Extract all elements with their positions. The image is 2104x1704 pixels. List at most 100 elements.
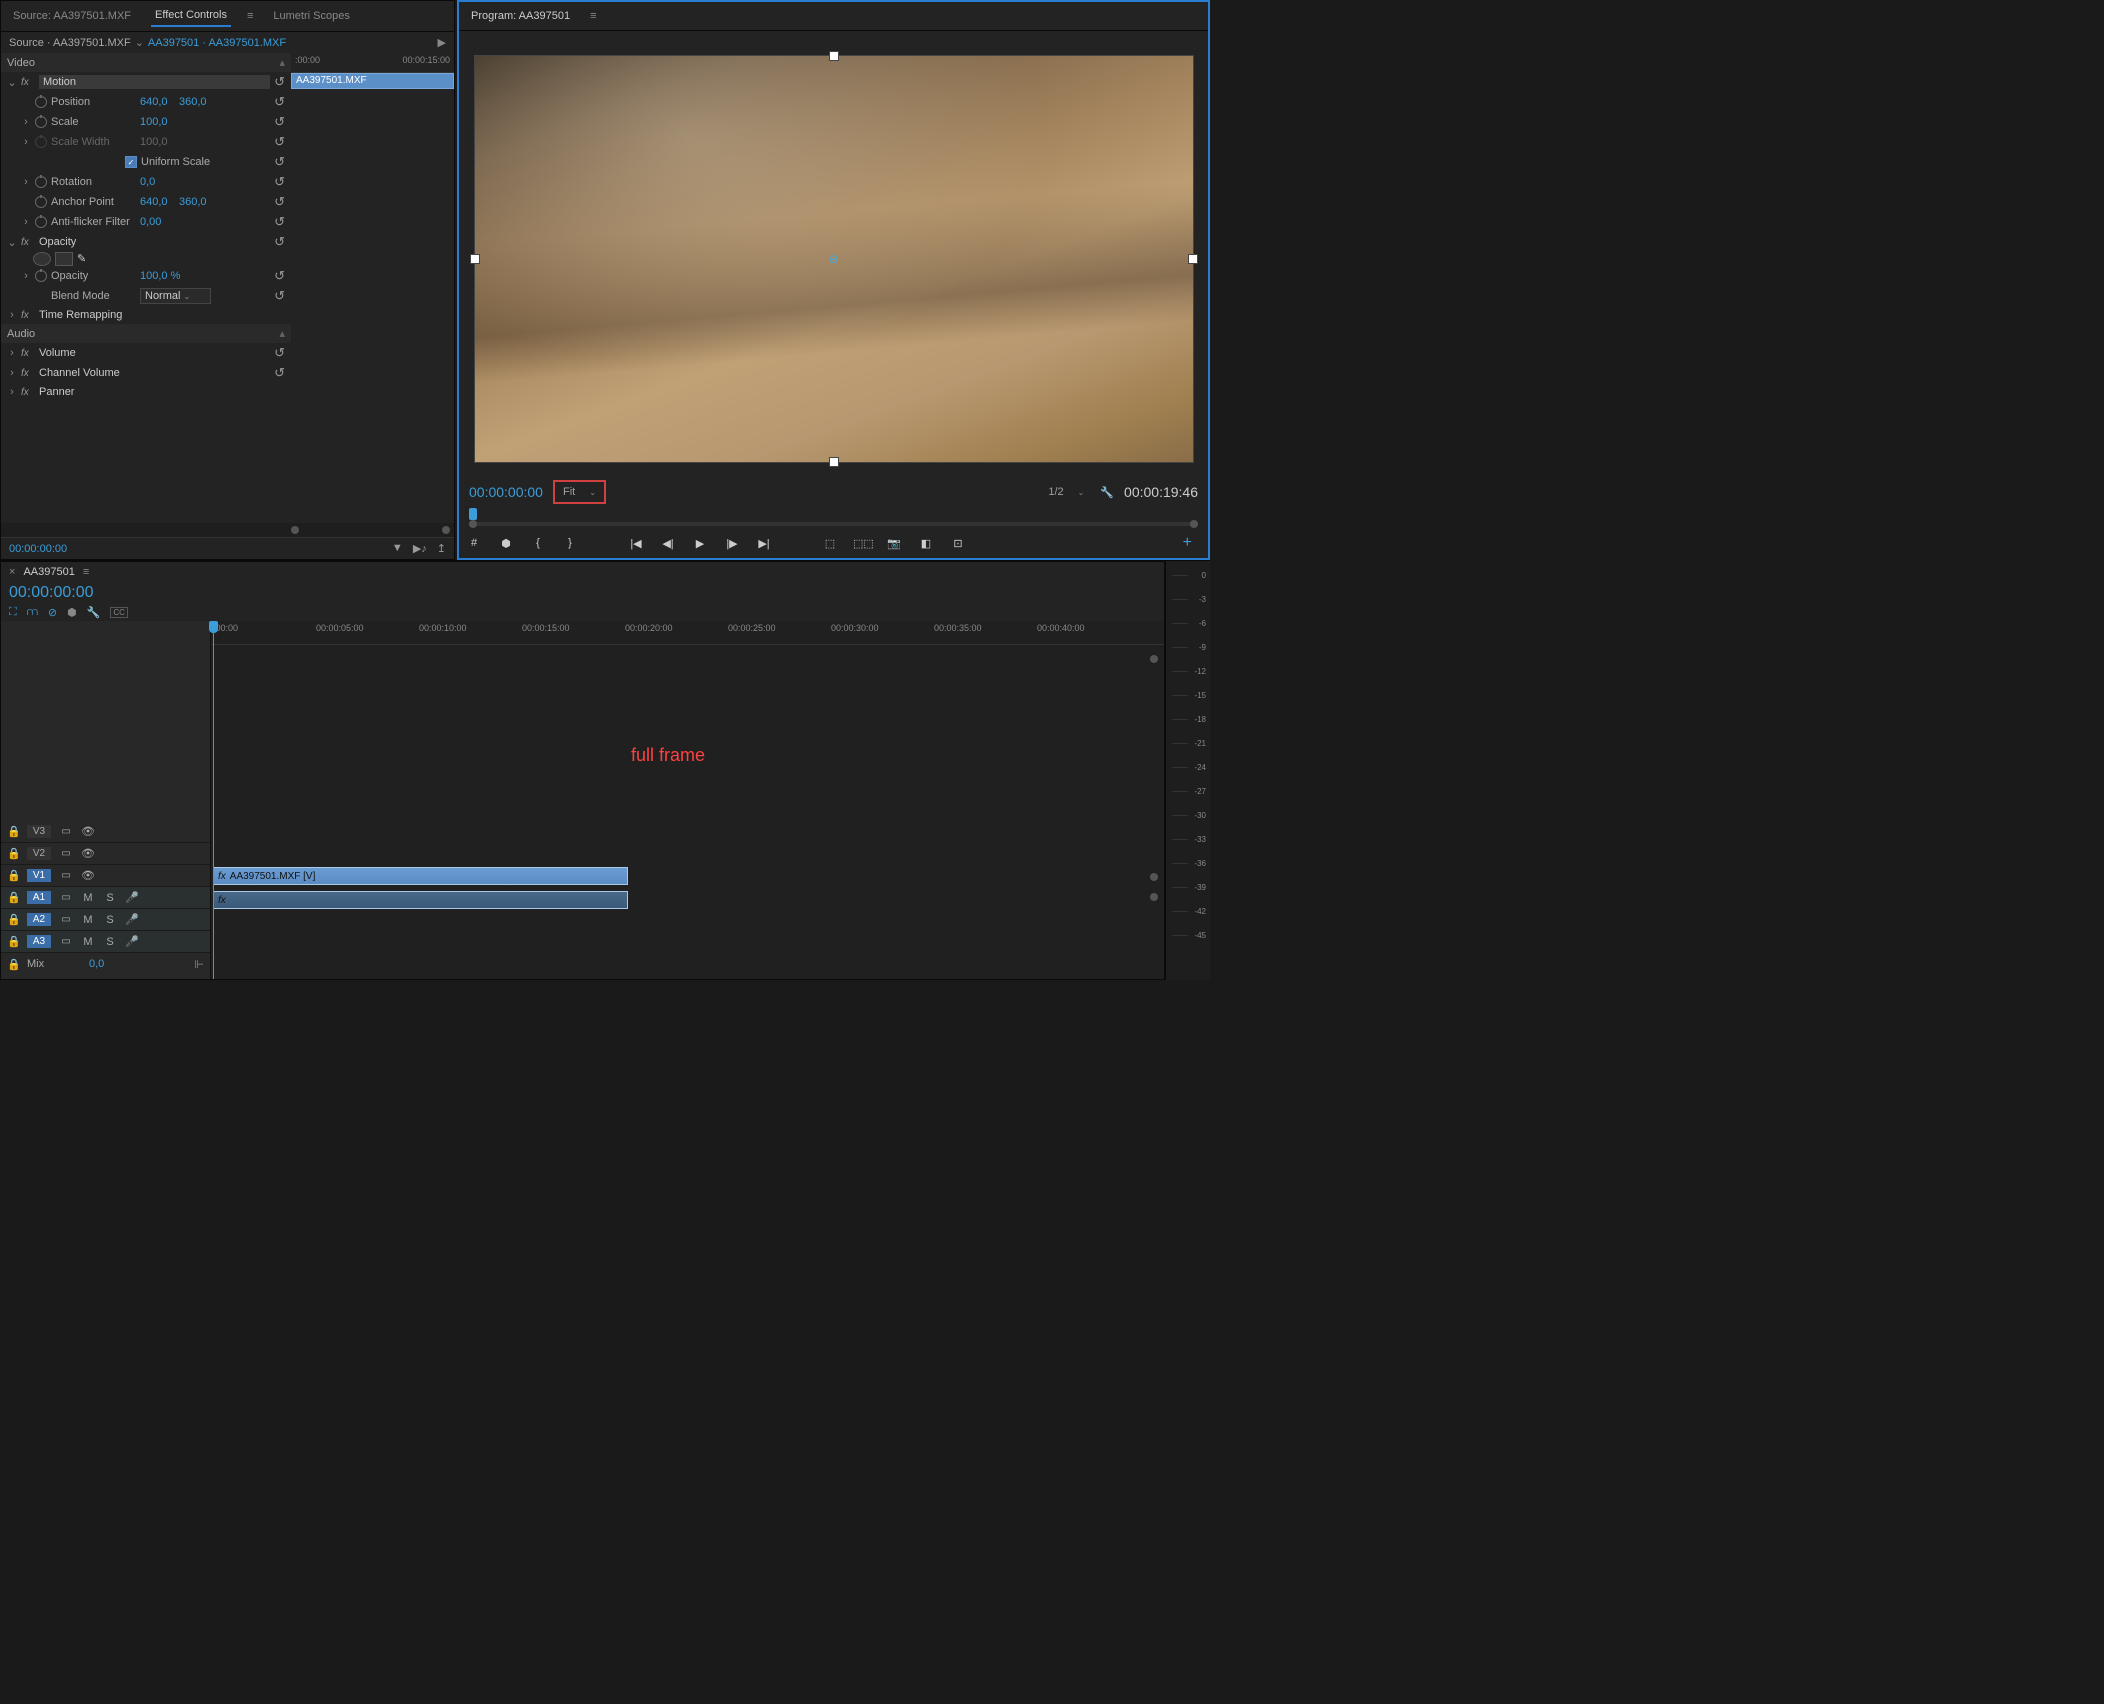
lock-icon[interactable]: 🔒 — [7, 825, 19, 838]
opacity-value[interactable]: 100,0 % — [140, 270, 180, 282]
a2-label[interactable]: A2 — [27, 913, 51, 926]
stopwatch-icon[interactable] — [35, 216, 47, 228]
transform-handle[interactable] — [830, 458, 838, 466]
pen-mask-icon[interactable]: ✎ — [77, 252, 86, 266]
close-icon[interactable]: × — [9, 566, 15, 578]
play-icon[interactable]: ▶ — [438, 36, 446, 49]
mute-icon[interactable]: M — [81, 936, 95, 948]
timeline-tracks-area[interactable]: :00:00 00:00:05:00 00:00:10:00 00:00:15:… — [211, 621, 1164, 979]
collapse-icon[interactable]: ▴ — [279, 327, 285, 340]
export-frame-icon[interactable]: 📷 — [885, 537, 903, 550]
sync-lock-icon[interactable]: ▭ — [59, 936, 73, 947]
mute-icon[interactable]: M — [81, 892, 95, 904]
linked-selection-icon[interactable]: ⊘ — [48, 606, 57, 619]
program-track[interactable] — [469, 522, 1198, 526]
reset-icon[interactable]: ↺ — [274, 214, 285, 230]
program-video-frame[interactable]: ⊕ — [474, 55, 1194, 463]
rotation-value[interactable]: 0,0 — [140, 176, 175, 188]
scrollbar-thumb[interactable] — [442, 526, 450, 534]
program-playhead[interactable] — [469, 508, 477, 520]
resolution-dropdown[interactable]: 1/2 ⌄ — [1042, 484, 1090, 500]
scroll-handle[interactable] — [1150, 893, 1158, 901]
ec-ruler[interactable]: :00:00 00:00:15:00 — [291, 53, 454, 73]
transform-handle[interactable] — [1189, 255, 1197, 263]
ellipse-mask-icon[interactable] — [33, 252, 51, 266]
tracks-scroll[interactable]: full frame fx AA397501.MXF [V] fx — [211, 645, 1164, 979]
ec-mini-timeline[interactable]: :00:00 00:00:15:00 AA397501.MXF — [291, 53, 454, 523]
stopwatch-icon[interactable] — [35, 270, 47, 282]
settings-wrench-icon[interactable]: 🔧 — [87, 606, 101, 619]
reset-icon[interactable]: ↺ — [274, 194, 285, 210]
panel-menu-icon[interactable]: ≡ — [590, 10, 596, 22]
lift-icon[interactable]: ⬚ — [821, 537, 839, 550]
settings-wrench-icon[interactable]: 🔧 — [1100, 486, 1114, 499]
reset-icon[interactable]: ↺ — [274, 94, 285, 110]
anchor-crosshair-icon[interactable]: ⊕ — [828, 252, 838, 266]
a3-label[interactable]: A3 — [27, 935, 51, 948]
caret-right-icon[interactable]: › — [21, 116, 31, 128]
caret-right-icon[interactable]: › — [7, 367, 17, 379]
reset-icon[interactable]: ↺ — [274, 268, 285, 284]
fx-badge-icon[interactable]: fx — [21, 348, 35, 359]
caret-right-icon[interactable]: › — [21, 216, 31, 228]
a1-label[interactable]: A1 — [27, 891, 51, 904]
v3-track-header[interactable]: 🔒 V3 ▭ 👁 — [1, 821, 210, 843]
zoom-fit-dropdown[interactable]: Fit ⌄ — [553, 480, 606, 504]
program-timebar[interactable] — [469, 508, 1198, 528]
program-tab[interactable]: Program: AA397501 — [467, 6, 574, 26]
stopwatch-icon[interactable] — [35, 96, 47, 108]
v2-track-header[interactable]: 🔒 V2 ▭ 👁 — [1, 843, 210, 865]
reset-icon[interactable]: ↺ — [274, 234, 285, 250]
lumetri-scopes-tab[interactable]: Lumetri Scopes — [269, 6, 353, 26]
chevron-down-icon[interactable]: ⌄ — [135, 36, 144, 49]
caret-right-icon[interactable]: › — [7, 386, 17, 398]
ec-clip-bar[interactable]: AA397501.MXF — [291, 73, 454, 89]
v3-label[interactable]: V3 — [27, 825, 51, 838]
source-tab[interactable]: Source: AA397501.MXF — [9, 6, 135, 26]
lock-icon[interactable]: 🔒 — [7, 891, 19, 904]
uniform-scale-checkbox[interactable]: ✓ — [125, 156, 137, 168]
button-editor-icon[interactable]: + — [1183, 534, 1202, 552]
timeline-ruler[interactable]: :00:00 00:00:05:00 00:00:10:00 00:00:15:… — [211, 621, 1164, 645]
export-icon[interactable]: ↥ — [437, 542, 446, 555]
caret-right-icon[interactable]: › — [21, 270, 31, 282]
caret-down-icon[interactable]: ⌄ — [7, 76, 17, 89]
solo-icon[interactable]: S — [103, 936, 117, 948]
play-audio-icon[interactable]: ▶♪ — [413, 542, 427, 555]
a1-track-header[interactable]: 🔒 A1 ▭ M S 🎤 — [1, 887, 210, 909]
sync-lock-icon[interactable]: ▭ — [59, 848, 73, 859]
in-point-icon[interactable]: { — [529, 537, 547, 549]
v1-label[interactable]: V1 — [27, 869, 51, 882]
lock-icon[interactable]: 🔒 — [7, 935, 19, 948]
safe-margins-icon[interactable]: ⊡ — [949, 537, 967, 550]
v2-label[interactable]: V2 — [27, 847, 51, 860]
step-forward-icon[interactable]: |▶ — [723, 537, 741, 550]
marker-icon[interactable]: ⬢ — [497, 537, 515, 550]
ec-scrollbar[interactable] — [1, 523, 454, 537]
position-x[interactable]: 640,0 — [140, 96, 175, 108]
time-remapping-effect[interactable]: › fx Time Remapping — [1, 306, 291, 324]
scale-value[interactable]: 100,0 — [140, 116, 175, 128]
sync-lock-icon[interactable]: ▭ — [59, 870, 73, 881]
panel-menu-icon[interactable]: ≡ — [83, 566, 89, 578]
zoom-handle[interactable] — [469, 520, 477, 528]
v1-track-header[interactable]: 🔒 V1 ▭ 👁 — [1, 865, 210, 887]
zoom-handle[interactable] — [1190, 520, 1198, 528]
sync-lock-icon[interactable]: ▭ — [59, 892, 73, 903]
transform-handle[interactable] — [471, 255, 479, 263]
filter-icon[interactable]: ▼ — [392, 542, 403, 555]
scroll-handle[interactable] — [1150, 655, 1158, 663]
extract-icon[interactable]: ⬚⬚ — [853, 537, 871, 550]
solo-icon[interactable]: S — [103, 914, 117, 926]
fx-badge-icon[interactable]: fx — [21, 387, 35, 398]
ec-timecode[interactable]: 00:00:00:00 — [9, 543, 67, 555]
anchor-x[interactable]: 640,0 — [140, 196, 175, 208]
fx-badge-icon[interactable]: fx — [21, 77, 35, 88]
sequence-tab[interactable]: AA397501 — [23, 566, 74, 578]
fx-badge-icon[interactable]: fx — [21, 237, 35, 248]
lock-icon[interactable]: 🔒 — [7, 869, 19, 882]
lock-icon[interactable]: 🔒 — [7, 847, 19, 860]
audio-section-header[interactable]: Audio ▴ — [1, 324, 291, 343]
antiflicker-value[interactable]: 0,00 — [140, 216, 175, 228]
fx-badge-icon[interactable]: fx — [21, 310, 35, 321]
